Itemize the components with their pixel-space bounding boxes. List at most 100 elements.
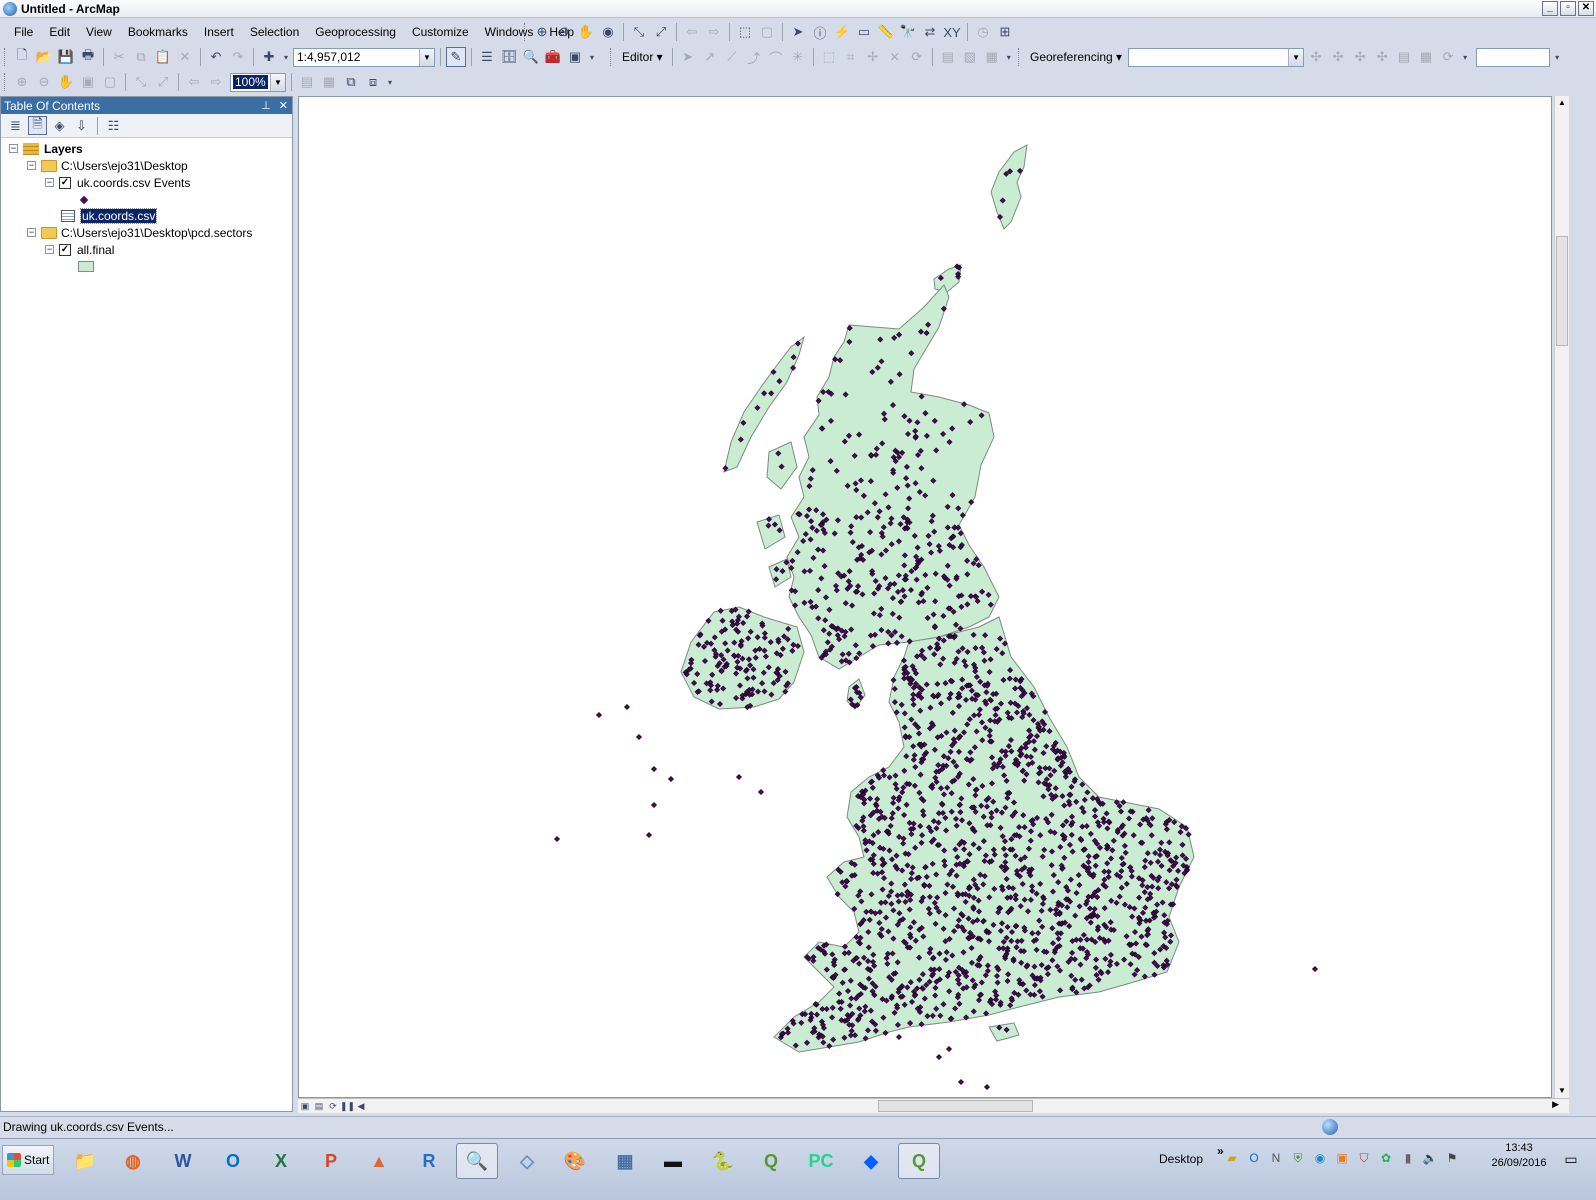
start-button[interactable]: Start [2, 1145, 54, 1175]
zoom-100-icon[interactable]: ▢ [100, 72, 120, 92]
split-icon[interactable]: ⨯ [885, 47, 905, 67]
add-data-dropdown-icon[interactable]: ▾ [281, 47, 291, 67]
tree-table-coords[interactable]: uk.coords.csv [61, 207, 158, 224]
cut-polygons-icon[interactable]: ✢ [863, 47, 883, 67]
qgis-window-icon[interactable]: Q [898, 1143, 940, 1179]
toolbar-grip[interactable] [524, 23, 527, 41]
notification-icon[interactable]: ▰ [1223, 1149, 1241, 1167]
toc-close-icon[interactable]: ✕ [279, 99, 288, 112]
toolbar-overflow-icon[interactable]: ▾ [1552, 47, 1562, 67]
tree-layer-all-final[interactable]: − ✓ all.final [45, 241, 114, 258]
find-route-icon[interactable]: ⇄ [920, 22, 940, 42]
visibility-checkbox[interactable]: ✓ [59, 176, 71, 189]
qgis-icon[interactable]: Q [750, 1143, 792, 1179]
python-icon[interactable]: 🐍 [702, 1143, 744, 1179]
menu-file[interactable]: File [6, 22, 41, 42]
delete-icon[interactable]: ✕ [175, 47, 195, 67]
scroll-right-icon[interactable]: ▶ [1552, 1099, 1559, 1110]
volume-icon[interactable]: 🔈 [1421, 1149, 1439, 1167]
layout-overflow-icon[interactable]: ▾ [385, 72, 395, 92]
firefox-icon[interactable]: ◍ [112, 1143, 154, 1179]
file-explorer-icon[interactable]: 📁 [64, 1143, 106, 1179]
edit-vertices-icon[interactable]: ⬚ [819, 47, 839, 67]
zoom-out-icon[interactable]: ⊖ [554, 22, 574, 42]
excel-icon[interactable]: X [260, 1143, 302, 1179]
desktop-toolbar-label[interactable]: Desktop [1159, 1152, 1203, 1166]
new-document-icon[interactable]: 🗋 [12, 47, 32, 67]
maximize-button[interactable]: ▫ [1560, 1, 1576, 16]
collapse-icon[interactable]: − [45, 245, 54, 254]
layout-pan-icon[interactable]: ✋ [56, 72, 76, 92]
pause-drawing-icon[interactable]: ❚❚ [340, 1100, 355, 1113]
action-center-flag-icon[interactable]: ⚑ [1443, 1149, 1461, 1167]
link-table-icon[interactable]: ▤ [1394, 47, 1414, 67]
arcmap-taskbar-icon[interactable]: 🔍 [456, 1143, 498, 1179]
georeferencing-menu[interactable]: Georeferencing ▾ [1026, 50, 1126, 64]
copy-icon[interactable]: ⧉ [131, 47, 151, 67]
tree-layer-events[interactable]: − ✓ uk.coords.csv Events [45, 174, 190, 191]
scroll-up-icon[interactable]: ▲ [1555, 96, 1569, 110]
georef-overflow-icon[interactable]: ▾ [1460, 47, 1470, 67]
georeferencing-layer-combo[interactable]: ▼ [1128, 47, 1305, 67]
chevron-down-icon[interactable]: ▼ [270, 73, 285, 91]
minimize-button[interactable]: _ [1542, 1, 1558, 16]
fixed-zoom-in-icon[interactable]: ⤡ [629, 22, 649, 42]
time-slider-icon[interactable]: ◷ [973, 22, 993, 42]
back-extent-icon[interactable]: ⇦ [682, 22, 702, 42]
menu-view[interactable]: View [78, 22, 120, 42]
edit-tool-icon[interactable]: ➤ [678, 47, 698, 67]
cut-icon[interactable]: ✂ [109, 47, 129, 67]
onenote-tray-icon[interactable]: N [1267, 1149, 1285, 1167]
back-extent-layout-icon[interactable]: ⇦ [184, 72, 204, 92]
search-window-icon[interactable]: 🔍 [521, 47, 541, 67]
toolbar-overflow-icon[interactable]: ▾ [587, 47, 597, 67]
identify-icon[interactable]: ⓘ [810, 22, 830, 42]
html-popup-icon[interactable]: ▭ [854, 22, 874, 42]
editor-overflow-icon[interactable]: ▾ [1004, 47, 1014, 67]
security-tray-icon[interactable]: ⛨ [1289, 1149, 1307, 1167]
add-data-icon[interactable]: ✚ [259, 47, 279, 67]
rotate-icon[interactable]: ⟳ [1438, 47, 1458, 67]
print-icon[interactable]: 🖶 [78, 47, 98, 67]
collapse-icon[interactable]: − [27, 161, 36, 170]
edit-annotation-icon[interactable]: ↗ [700, 47, 720, 67]
forward-extent-icon[interactable]: ⇨ [704, 22, 724, 42]
list-by-source-icon[interactable]: 🗎 [28, 116, 47, 135]
paint-icon[interactable]: 🎨 [554, 1143, 596, 1179]
rotate-tool-icon[interactable]: ✣ [1306, 47, 1326, 67]
open-icon[interactable]: 📂 [34, 47, 54, 67]
calculator-icon[interactable]: ▦ [604, 1143, 646, 1179]
forward-extent-layout-icon[interactable]: ⇨ [206, 72, 226, 92]
table-of-contents-icon[interactable]: ☰ [477, 47, 497, 67]
add-control-points-icon[interactable]: ✣ [1372, 47, 1392, 67]
trace-icon[interactable]: ⌒ [766, 47, 786, 67]
data-view-icon[interactable]: ▤ [312, 1100, 326, 1113]
scrollbar-thumb[interactable] [878, 1100, 1033, 1112]
point-symbol-icon[interactable] [79, 195, 89, 205]
arctoolbox-icon[interactable]: 🧰 [543, 47, 563, 67]
zoom-whole-page-icon[interactable]: ▣ [78, 72, 98, 92]
list-by-visibility-icon[interactable]: ◈ [50, 116, 69, 135]
point-icon[interactable]: ✳ [788, 47, 808, 67]
paste-icon[interactable]: 📋 [153, 47, 173, 67]
matlab-icon[interactable]: ▲ [358, 1143, 400, 1179]
hyperlink-icon[interactable]: ⚡ [832, 22, 852, 42]
outlook-tray-icon[interactable]: O [1245, 1149, 1263, 1167]
menu-edit[interactable]: Edit [41, 22, 78, 42]
system-clock[interactable]: 13:43 26/09/2016 [1486, 1141, 1552, 1171]
view-link-table-icon[interactable]: ▦ [1416, 47, 1436, 67]
layout-view-icon[interactable]: ▣ [298, 1100, 312, 1113]
close-button[interactable]: ✕ [1578, 1, 1594, 16]
shift-icon[interactable]: ✣ [1328, 47, 1348, 67]
list-by-drawing-order-icon[interactable]: ≣ [6, 116, 25, 135]
reshape-icon[interactable]: ⌗ [841, 47, 861, 67]
map-vertical-scrollbar[interactable]: ▲ ▼ [1554, 96, 1569, 1098]
r-icon[interactable]: R [408, 1143, 450, 1179]
zoom-percent-combo[interactable]: 100% ▼ [230, 72, 286, 92]
collapse-icon[interactable]: − [45, 178, 54, 187]
select-features-icon[interactable]: ⬚ [735, 22, 755, 42]
measure-icon[interactable]: 📏 [876, 22, 896, 42]
create-viewer-icon[interactable]: ⊞ [995, 22, 1015, 42]
data-driven-pages-icon[interactable]: ⧈ [363, 72, 383, 92]
redo-icon[interactable]: ↷ [228, 47, 248, 67]
